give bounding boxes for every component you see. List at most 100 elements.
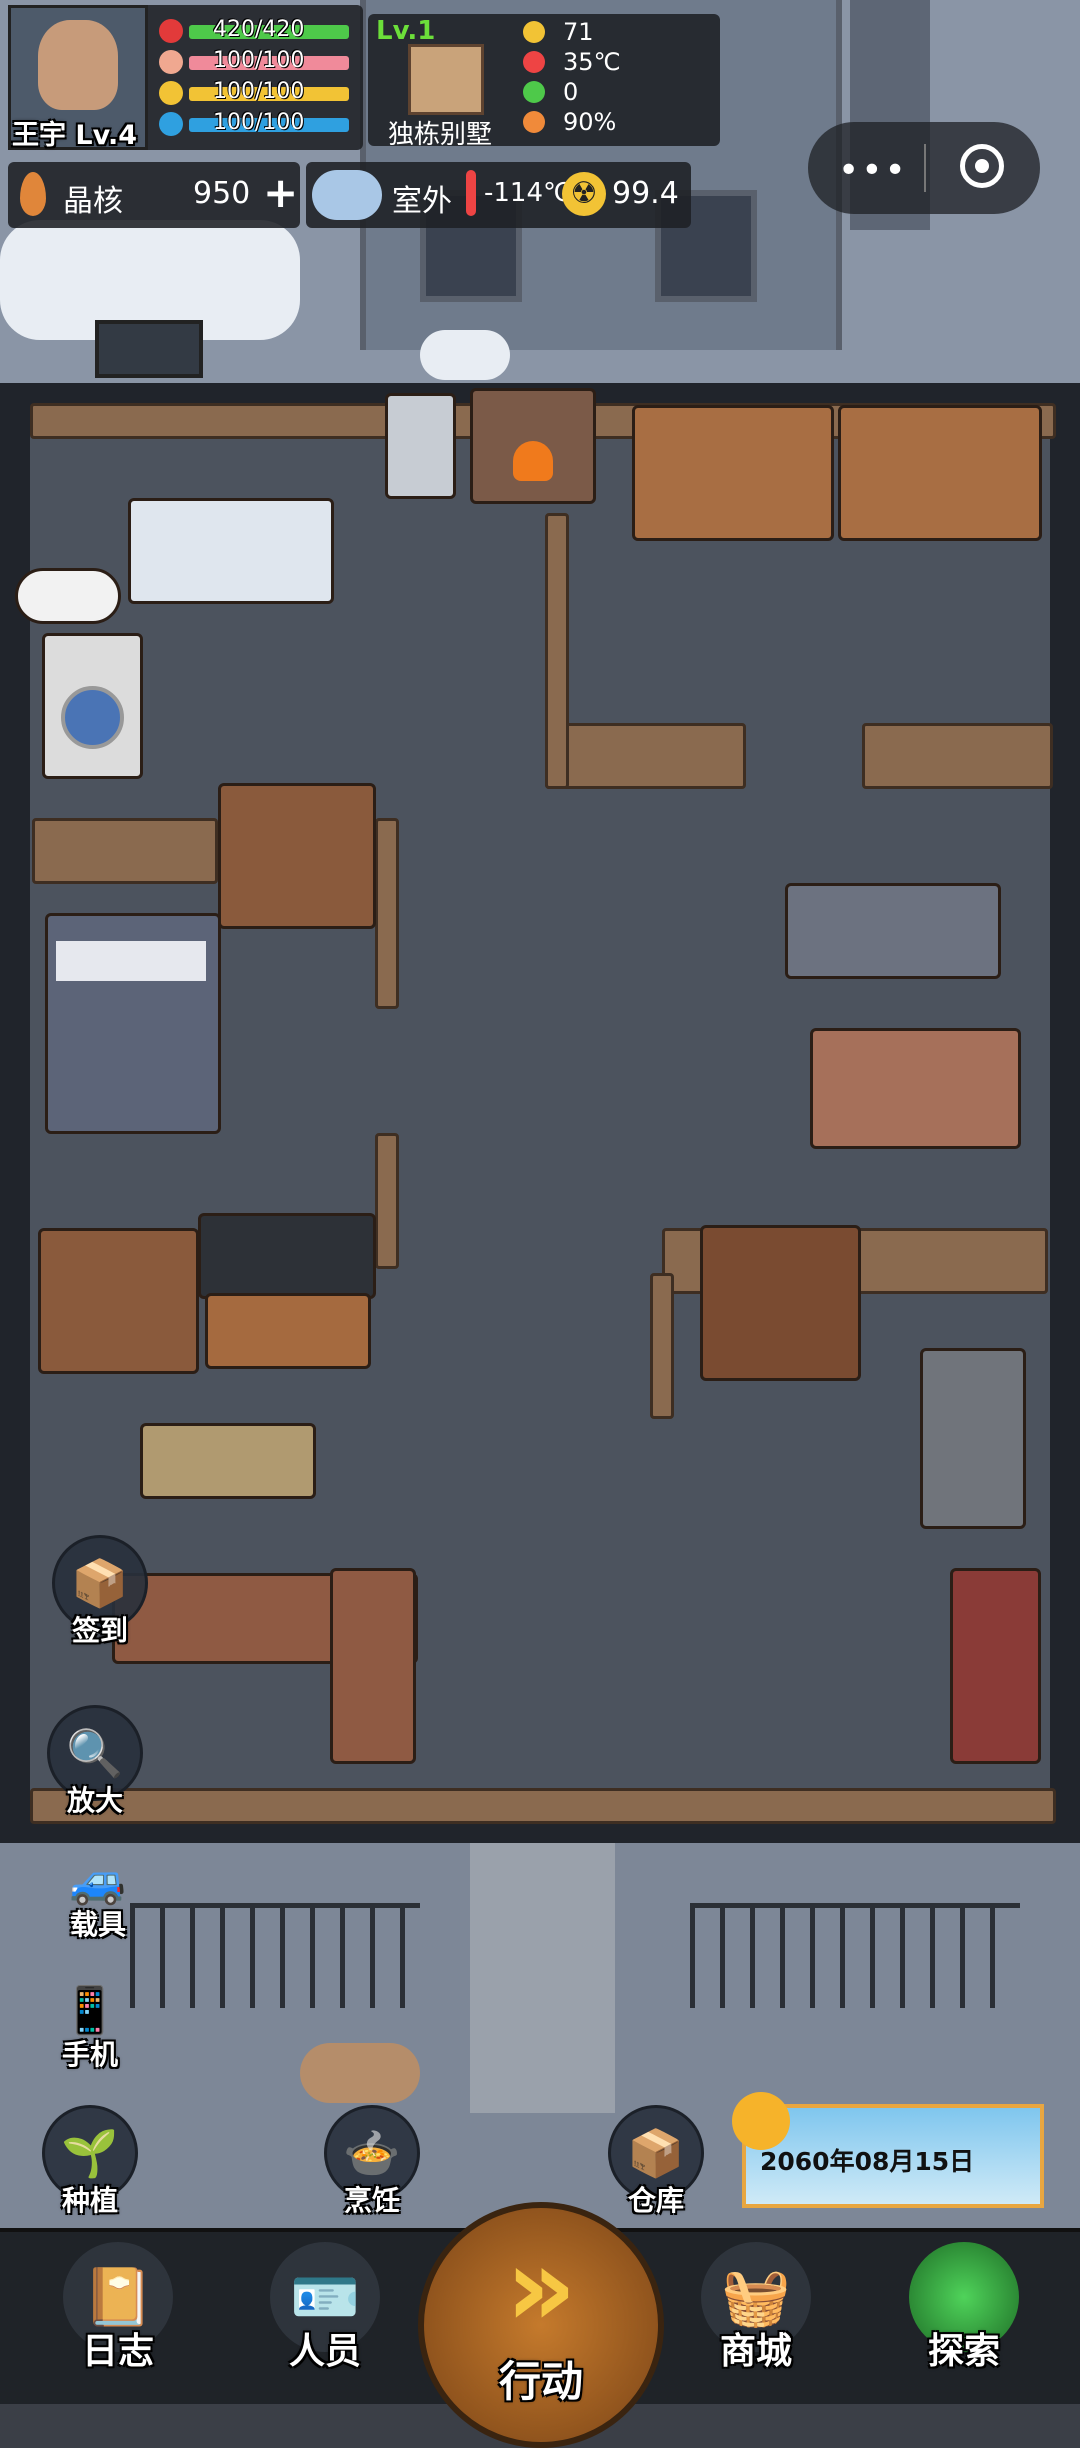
zoom-button[interactable]: 🔍 放大 [45,1705,145,1819]
wall-segment [650,1273,674,1419]
date-text: 2060年08月15日 [760,2147,975,2176]
massage-chair[interactable] [950,1568,1041,1764]
heart-icon [159,19,183,43]
more-icon[interactable]: ••• [838,150,908,191]
cook-label: 烹饪 [343,2184,400,2217]
house-stats: 71 35℃ 0 90% [523,18,713,138]
radiation-icon: ☢ [562,172,606,216]
stat-value: 420/420 [213,17,305,42]
house-stat-value: 35℃ [563,48,621,76]
house-level: Lv.1 [376,16,436,46]
dining-table[interactable] [810,1028,1021,1149]
wooden-cabinet[interactable] [700,1225,861,1381]
house-panel[interactable]: Lv.1 独栋别墅 71 35℃ 0 90% [368,14,720,150]
storage-button[interactable]: 📦 仓库 [606,2105,706,2219]
wall-segment [545,513,569,789]
wall-bottom [30,1788,1056,1824]
house-stat-row: 71 [523,18,713,48]
add-crystal-button[interactable]: + [263,168,298,217]
scooter[interactable] [300,2043,420,2103]
plant-label: 种植 [61,2184,118,2217]
tv-stand[interactable] [205,1293,371,1369]
date-banner: 2060年08月15日 [732,2092,1044,2208]
wall-segment [375,818,399,1009]
storage-label: 仓库 [627,2184,684,2217]
crystal-value: 950 [193,176,251,211]
house-stat-row: 0 [523,78,713,108]
nav-shop-label: 商城 [719,2331,792,2372]
outdoor-radiation: 99.4 [612,176,679,211]
stat-row: 100/100 [159,110,363,141]
stomach-icon [159,50,183,74]
outdoor-panel: 室外 -114℃ ☢ 99.4 [306,162,691,228]
bed[interactable] [45,913,221,1134]
nav-log[interactable]: 📔 日志 [38,2232,198,2374]
nav-shop[interactable]: 🧺 商城 [676,2232,836,2374]
bottom-nav: 📔 日志 🪪 人员 » 行动 🧺 商城 探索 [0,2202,1080,2448]
miniprogram-capsule: ••• [808,122,1040,214]
fence [690,1903,1020,2008]
bookshelf[interactable] [38,1228,199,1374]
stat-value: 100/100 [213,110,305,135]
stat-value: 100/100 [213,79,305,104]
fence [130,1903,420,2008]
house-stat-value: 0 [563,78,579,106]
outdoor-label: 室外 [392,184,452,219]
house-stat-row: 35℃ [523,48,713,78]
checkin-button[interactable]: 📦 签到 [50,1535,150,1649]
bathtub[interactable] [128,498,334,604]
nav-people[interactable]: 🪪 人员 [245,2232,405,2374]
wall-segment [545,723,746,789]
battery-icon [523,81,545,103]
fireplace[interactable] [470,388,596,504]
wall-segment [862,723,1053,789]
bookshelf[interactable] [218,783,376,929]
house-icon [408,44,484,115]
stat-row: 100/100 [159,48,363,79]
pie-icon [523,111,545,133]
stat-value: 100/100 [213,48,305,73]
water-heater[interactable] [385,393,456,499]
water-icon [159,112,183,136]
stat-row: 100/100 [159,79,363,110]
outdoor-temp: -114℃ [484,178,573,208]
stove-cabinet[interactable] [838,405,1042,541]
house-interior [0,383,1080,1843]
computer-desk[interactable] [920,1348,1026,1529]
cook-button[interactable]: 🍲 烹饪 [322,2105,422,2219]
player-stats: 420/420 100/100 100/100 100/100 [159,17,363,141]
stat-row: 420/420 [159,17,363,48]
nav-explore[interactable]: 探索 [884,2232,1044,2374]
house-name: 独栋别墅 [388,120,493,150]
wall-segment [375,1133,399,1269]
coffee-table[interactable] [140,1423,316,1499]
nav-log-label: 日志 [81,2331,154,2372]
washing-machine[interactable] [42,633,143,779]
house-stat-row: 90% [523,108,713,138]
nav-action[interactable]: » 行动 [418,2202,664,2448]
sofa-side[interactable] [330,1568,416,1764]
front-steps [470,1843,615,2113]
nav-explore-label: 探索 [927,2331,1000,2372]
wall-segment [32,818,218,884]
fast-forward-icon: » [505,2223,577,2351]
vent-grate [95,320,203,378]
player-name-level: 王宇 Lv.4 [12,120,138,151]
close-icon[interactable] [960,144,1004,188]
plant-button[interactable]: 🌱 种植 [40,2105,140,2219]
phone-button[interactable]: 📱 手机 [40,1965,140,2073]
crystal-panel[interactable]: 晶核 950 + [8,162,300,228]
treadmill[interactable] [785,883,1001,979]
television[interactable] [198,1213,376,1299]
checkin-label: 签到 [71,1614,128,1647]
kitchen-sink-cabinet[interactable] [632,405,834,541]
toilet[interactable] [15,568,121,624]
divider [924,144,926,192]
phone-label: 手机 [61,2038,118,2071]
house-stat-value: 71 [563,18,594,46]
vehicle-button[interactable]: 🚙 载具 [48,1835,148,1943]
house-stat-value: 90% [563,108,617,136]
player-panel: 王宇 Lv.4 420/420 100/100 100/100 100/100 [8,5,363,151]
vehicle-label: 载具 [69,1908,126,1941]
crystal-icon [20,172,46,216]
